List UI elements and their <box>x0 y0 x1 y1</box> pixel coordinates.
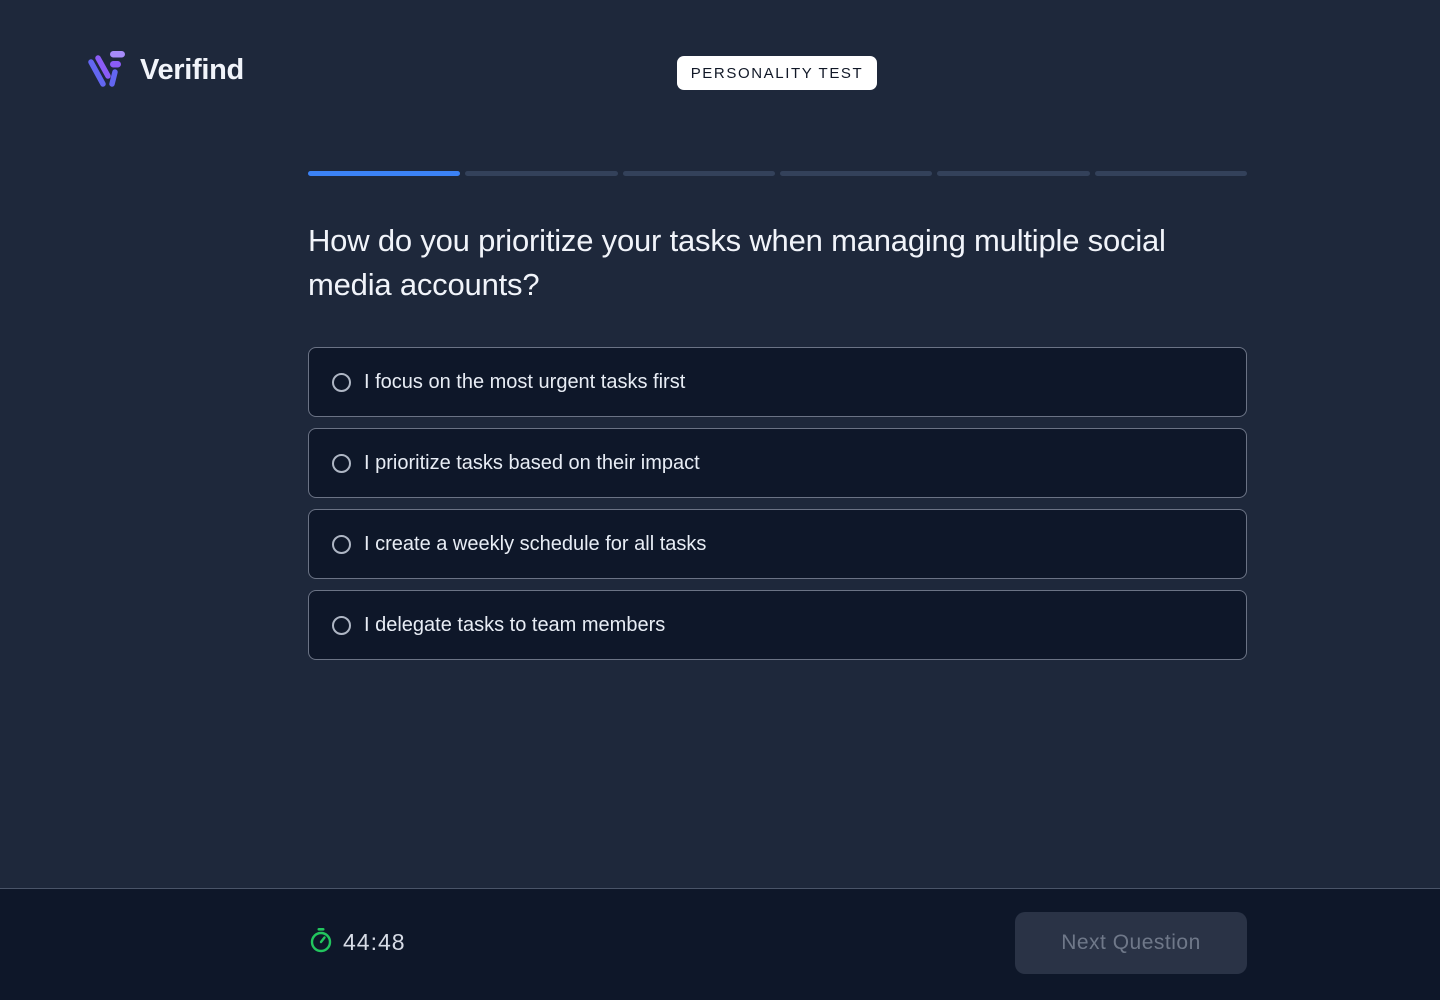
progress-step-2 <box>465 171 618 176</box>
radio-button-icon[interactable] <box>332 615 351 635</box>
answer-option-4[interactable]: I delegate tasks to team members <box>308 590 1247 660</box>
question-text: How do you prioritize your tasks when ma… <box>308 223 1166 302</box>
answer-option-2[interactable]: I prioritize tasks based on their impact <box>308 428 1247 498</box>
question-progress-bar <box>308 171 1247 176</box>
radio-button-icon[interactable] <box>332 453 351 473</box>
answer-option-label: I focus on the most urgent tasks first <box>364 370 686 393</box>
progress-step-5 <box>937 171 1090 176</box>
answer-option-3[interactable]: I create a weekly schedule for all tasks <box>308 509 1247 579</box>
verifind-logo-icon <box>88 48 128 93</box>
answer-option-label: I prioritize tasks based on their impact <box>364 451 700 474</box>
answer-option-1[interactable]: I focus on the most urgent tasks first <box>308 347 1247 417</box>
progress-step-3 <box>622 171 775 176</box>
radio-button-icon[interactable] <box>332 534 351 554</box>
answer-option-label: I create a weekly schedule for all tasks <box>364 532 707 555</box>
footer-bar: 44:48 Next Question <box>0 888 1440 1000</box>
timer-value: 44:48 <box>343 929 406 955</box>
test-type-badge: PERSONALITY TEST <box>677 56 877 90</box>
countdown-timer: 44:48 <box>309 927 406 958</box>
next-question-button[interactable]: Next Question <box>1015 912 1247 974</box>
brand-logo[interactable]: Verifind <box>88 48 244 93</box>
stopwatch-icon <box>309 927 333 958</box>
answer-option-label: I delegate tasks to team members <box>364 613 666 636</box>
answer-options: I focus on the most urgent tasks first I… <box>308 347 1247 671</box>
progress-step-4 <box>779 171 933 176</box>
brand-name: Verifind <box>140 54 244 86</box>
progress-step-6 <box>1094 171 1247 176</box>
radio-button-icon[interactable] <box>332 372 351 392</box>
progress-step-1 <box>308 171 461 176</box>
